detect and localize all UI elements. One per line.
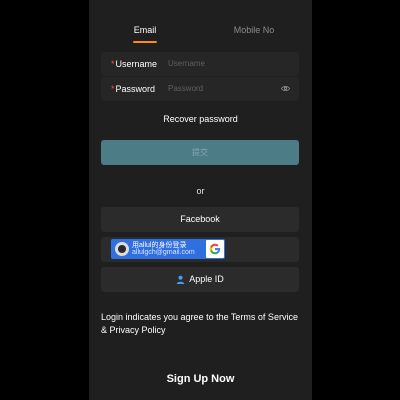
eye-icon[interactable] [281,85,290,92]
sign-up-now-button[interactable]: Sign Up Now [89,373,312,385]
active-tab-indicator [133,41,157,43]
password-label: *Password [111,77,155,101]
tab-mobile-no[interactable]: Mobile No [229,22,279,42]
google-login-button[interactable]: 用allul的身份登录 allulgch@gmail.com [111,239,225,259]
password-field[interactable]: *Password Password [101,77,299,101]
password-label-text: Password [115,84,156,94]
recover-password-link[interactable]: Recover password [89,114,312,124]
google-g-icon [206,240,224,258]
or-divider-text: or [196,186,205,196]
avatar [115,242,129,256]
required-mark: * [111,84,115,94]
password-input[interactable]: Password [168,77,203,101]
apple-id-label: Apple ID [189,274,224,284]
person-icon [176,275,185,284]
login-tabs: Email Mobile No [89,22,312,44]
google-account-email: allulgch@gmail.com [132,249,195,256]
username-input[interactable]: Username [168,52,205,76]
username-label: *Username [111,52,157,76]
username-field[interactable]: *Username Username [101,52,299,76]
required-mark: * [111,59,115,69]
submit-button[interactable]: 提交 [101,140,299,165]
apple-id-login-button[interactable]: Apple ID [101,267,299,292]
username-label-text: Username [115,59,158,69]
login-panel: Email Mobile No *Username Username *Pass… [89,0,312,400]
tab-email[interactable]: Email [133,22,157,42]
facebook-login-button[interactable]: Facebook [101,207,299,232]
terms-notice: Login indicates you agree to the Terms o… [101,312,298,335]
